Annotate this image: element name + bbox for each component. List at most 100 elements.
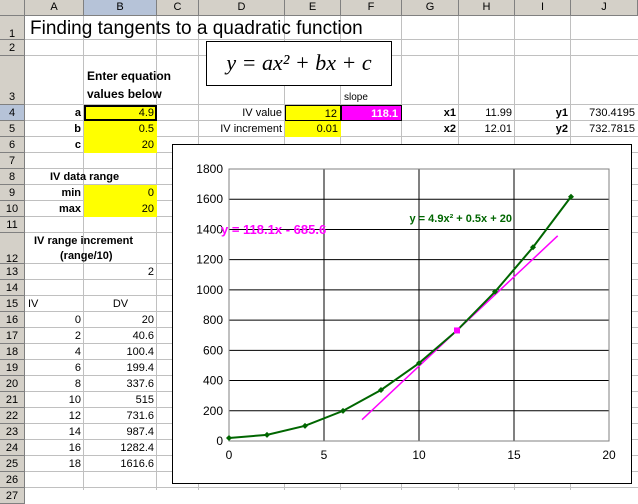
row-header-19[interactable]: 19	[0, 360, 25, 376]
y-tick-label: 400	[203, 374, 223, 388]
row-header-23[interactable]: 23	[0, 424, 25, 440]
table-dv-cell[interactable]: 1616.6	[84, 456, 157, 472]
label-min: min	[61, 187, 81, 199]
row-header-6[interactable]: 6	[0, 137, 25, 153]
input-max[interactable]: 20	[84, 201, 157, 217]
iv-value-input[interactable]: 12	[285, 105, 341, 121]
row-header-17[interactable]: 17	[0, 328, 25, 344]
increment-value[interactable]: 2	[84, 264, 157, 280]
y2-value[interactable]: 732.7815	[571, 121, 638, 137]
tangent-equation-label: y = 118.1x - 685.6	[221, 222, 326, 237]
iv-increment-input[interactable]: 0.01	[285, 121, 341, 137]
table-iv-cell[interactable]: 8	[25, 376, 84, 392]
table-dv-cell[interactable]: 100.4	[84, 344, 157, 360]
row-header-18[interactable]: 18	[0, 344, 25, 360]
row-header-26[interactable]: 26	[0, 472, 25, 488]
row-header-2[interactable]: 2	[0, 40, 25, 56]
row-header-27[interactable]: 27	[0, 488, 25, 504]
select-all-corner[interactable]	[0, 0, 25, 16]
row-header-8[interactable]: 8	[0, 169, 25, 185]
row-header-9[interactable]: 9	[0, 185, 25, 201]
row-header-13[interactable]: 13	[0, 264, 25, 280]
iv-value-label: IV value	[242, 107, 282, 119]
x-tick-label: 5	[321, 448, 328, 462]
x1-value[interactable]: 11.99	[459, 105, 515, 121]
chart-plot: 0 200 400 600 800 1000 1200 1400 1600 1800 0 5 10 15 2…	[196, 162, 616, 462]
y-tick-label: 0	[216, 434, 223, 448]
column-header-b[interactable]: B	[84, 0, 157, 16]
row-header-20[interactable]: 20	[0, 376, 25, 392]
column-header-h[interactable]: H	[459, 0, 515, 16]
row-header-7[interactable]: 7	[0, 153, 25, 169]
row-header-1[interactable]: 1	[0, 16, 25, 40]
table-dv-cell[interactable]: 1282.4	[84, 440, 157, 456]
input-c[interactable]: 20	[84, 137, 157, 153]
label-max: max	[58, 203, 81, 215]
inputs-heading-line1: Enter equation	[87, 69, 172, 83]
slope-value[interactable]: 118.1	[341, 105, 402, 121]
table-dv-cell[interactable]: 337.6	[84, 376, 157, 392]
row-header-15[interactable]: 15	[0, 296, 25, 312]
column-header-e[interactable]: E	[285, 0, 341, 16]
column-header-d[interactable]: D	[199, 0, 285, 16]
table-iv-cell[interactable]: 0	[25, 312, 84, 328]
y-tick-label: 200	[203, 404, 223, 418]
table-iv-cell[interactable]: 6	[25, 360, 84, 376]
iv-range-heading: IV data range	[50, 171, 120, 183]
table-iv-cell[interactable]: 12	[25, 408, 84, 424]
column-header-f[interactable]: F	[341, 0, 402, 16]
table-dv-cell[interactable]: 987.4	[84, 424, 157, 440]
tangent-point-marker	[454, 327, 460, 334]
row-header-10[interactable]: 10	[0, 201, 25, 217]
row-header-25[interactable]: 25	[0, 456, 25, 472]
y-tick-label: 1400	[196, 222, 223, 236]
increment-heading-line1: IV range increment	[34, 235, 134, 247]
column-header-a[interactable]: A	[25, 0, 84, 16]
table-iv-cell[interactable]: 14	[25, 424, 84, 440]
row-header-3[interactable]: 3	[0, 56, 25, 105]
equation-textbox[interactable]: y = ax² + bx + c	[206, 41, 392, 86]
x2-label: x2	[443, 123, 456, 135]
x-tick-label: 15	[507, 448, 521, 462]
table-iv-cell[interactable]: 4	[25, 344, 84, 360]
page-title: Finding tangents to a quadratic function	[30, 18, 363, 39]
table-dv-cell[interactable]: 515	[84, 392, 157, 408]
row-header-4[interactable]: 4	[0, 105, 25, 121]
input-min[interactable]: 0	[84, 185, 157, 201]
trendline-equation-label: y = 4.9x² + 0.5x + 20	[410, 213, 512, 225]
x-tick-label: 20	[602, 448, 616, 462]
y1-value[interactable]: 730.4195	[571, 105, 638, 121]
table-dv-cell[interactable]: 731.6	[84, 408, 157, 424]
y-tick-label: 600	[203, 343, 223, 357]
x-tick-label: 0	[226, 448, 233, 462]
row-header-22[interactable]: 22	[0, 408, 25, 424]
input-a[interactable]: 4.9	[84, 105, 157, 121]
row-header-11[interactable]: 11	[0, 217, 25, 233]
row-header-14[interactable]: 14	[0, 280, 25, 296]
table-iv-cell[interactable]: 2	[25, 328, 84, 344]
row-header-5[interactable]: 5	[0, 121, 25, 137]
x2-value[interactable]: 12.01	[459, 121, 515, 137]
column-header-g[interactable]: G	[402, 0, 459, 16]
row-header-24[interactable]: 24	[0, 440, 25, 456]
row-header-21[interactable]: 21	[0, 392, 25, 408]
table-iv-cell[interactable]: 10	[25, 392, 84, 408]
table-dv-cell[interactable]: 20	[84, 312, 157, 328]
slope-header: slope	[344, 92, 368, 103]
row-header-12[interactable]: 12	[0, 233, 25, 265]
table-iv-cell[interactable]: 16	[25, 440, 84, 456]
table-dv-cell[interactable]: 40.6	[84, 328, 157, 344]
table-iv-cell[interactable]: 18	[25, 456, 84, 472]
iv-column-header: IV	[28, 298, 39, 310]
y1-label: y1	[555, 107, 568, 119]
column-header-c[interactable]: C	[157, 0, 199, 16]
x1-label: x1	[443, 107, 456, 119]
row-header-16[interactable]: 16	[0, 312, 25, 328]
input-b[interactable]: 0.5	[84, 121, 157, 137]
label-a: a	[74, 107, 81, 119]
column-header-i[interactable]: I	[515, 0, 571, 16]
table-dv-cell[interactable]: 199.4	[84, 360, 157, 376]
y-tick-label: 1000	[196, 283, 223, 297]
column-header-j[interactable]: J	[571, 0, 638, 16]
embedded-chart[interactable]: 0 200 400 600 800 1000 1200 1400 1600 1800 0 5 10 15 2…	[172, 144, 632, 484]
